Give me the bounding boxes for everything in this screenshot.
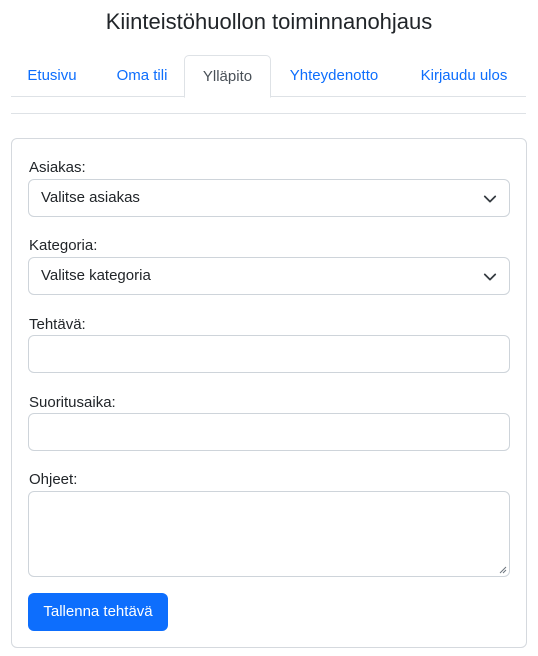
- duration-input[interactable]: [28, 413, 510, 451]
- tab-oma-tili[interactable]: Oma tili: [98, 55, 186, 97]
- tab-yhteydenotto[interactable]: Yhteydenotto: [274, 55, 394, 97]
- instructions-textarea[interactable]: [28, 491, 510, 577]
- save-task-button[interactable]: Tallenna tehtävä: [28, 593, 168, 631]
- resize-handle-icon[interactable]: [499, 566, 507, 574]
- chevron-down-icon: [483, 273, 497, 281]
- category-label: Kategoria:: [29, 237, 98, 254]
- duration-label: Suoritusaika:: [29, 394, 116, 411]
- instructions-label: Ohjeet:: [29, 471, 78, 488]
- customer-label: Asiakas:: [29, 159, 86, 176]
- category-select-value: Valitse kategoria: [41, 267, 151, 284]
- nav-tabs: Etusivu Oma tili Ylläpito Yhteydenotto K…: [11, 55, 526, 98]
- category-select[interactable]: Valitse kategoria: [28, 257, 510, 295]
- task-input[interactable]: [28, 335, 510, 373]
- tab-kirjaudu-ulos[interactable]: Kirjaudu ulos: [402, 55, 526, 97]
- customer-select[interactable]: Valitse asiakas: [28, 179, 510, 217]
- divider: [11, 113, 526, 114]
- page-title: Kiinteistöhuollon toiminnanohjaus: [105, 9, 433, 34]
- tab-yllapito[interactable]: Ylläpito: [184, 55, 271, 98]
- customer-select-value: Valitse asiakas: [41, 189, 140, 206]
- chevron-down-icon: [483, 195, 497, 203]
- task-form-card: Asiakas: Valitse asiakas Kategoria: Vali…: [11, 138, 527, 648]
- task-label: Tehtävä:: [29, 316, 86, 333]
- tab-etusivu[interactable]: Etusivu: [11, 55, 93, 97]
